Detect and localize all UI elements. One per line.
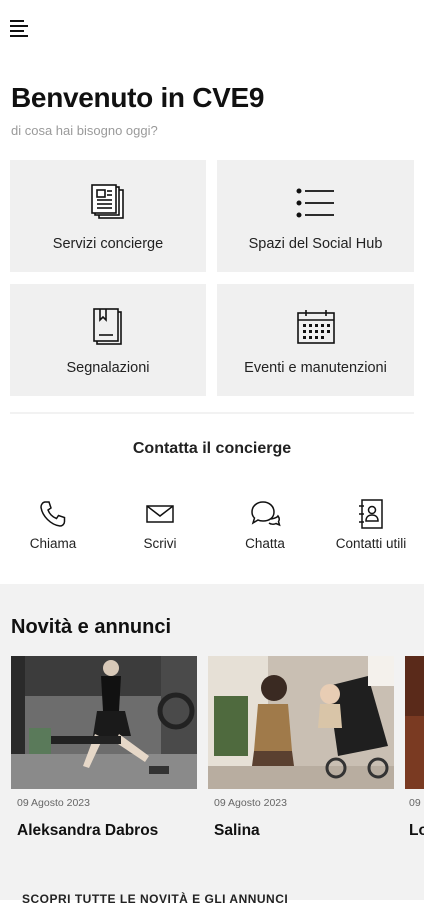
- chat-label: Chatta: [245, 536, 285, 551]
- tile-eventi-manutenzioni[interactable]: Eventi e manutenzioni: [217, 284, 414, 396]
- news-date: 09 Agosto 2023: [17, 797, 90, 809]
- call-button[interactable]: Chiama: [8, 498, 98, 551]
- useful-contacts-button[interactable]: Contatti utili: [326, 498, 416, 551]
- news-date: 09: [409, 797, 421, 809]
- news-card[interactable]: 09 Agosto 2023 Salina: [208, 656, 394, 840]
- page-subtitle: di cosa hai bisogno oggi?: [11, 123, 158, 138]
- chat-button[interactable]: Chatta: [220, 498, 310, 551]
- contacts-book-icon: [358, 498, 384, 530]
- list-icon: [295, 184, 336, 222]
- useful-contacts-label: Contatti utili: [335, 536, 407, 551]
- tile-servizi-concierge[interactable]: Servizi concierge: [10, 160, 206, 272]
- tile-segnalazioni[interactable]: Segnalazioni: [10, 284, 206, 396]
- contact-title: Contatta il concierge: [132, 440, 292, 457]
- phone-icon: [38, 498, 68, 530]
- tile-spazi-social-hub[interactable]: Spazi del Social Hub: [217, 160, 414, 272]
- tile-label: Segnalazioni: [66, 360, 150, 376]
- news-image-stroller: [208, 656, 394, 789]
- page-title: Benvenuto in CVE9: [11, 82, 265, 113]
- news-name: Aleksandra Dabros: [17, 822, 159, 839]
- news-title: Novità e annunci: [11, 616, 172, 638]
- news-image-gym: [11, 656, 197, 789]
- tile-label: Eventi e manutenzioni: [244, 360, 387, 376]
- calendar-icon: [296, 308, 336, 346]
- news-name: Salina: [214, 822, 260, 839]
- call-label: Chiama: [29, 536, 77, 551]
- write-button[interactable]: Scrivi: [115, 498, 205, 551]
- hamburger-menu-icon[interactable]: [10, 20, 30, 37]
- news-image-partial: [405, 656, 424, 789]
- all-news-link[interactable]: SCOPRI TUTTE LE NOVITÀ E GLI ANNUNCI: [22, 892, 288, 906]
- news-name: Lo: [409, 822, 424, 839]
- tile-label: Spazi del Social Hub: [248, 236, 383, 252]
- chat-icon: [249, 498, 281, 530]
- envelope-icon: [146, 498, 174, 530]
- news-card[interactable]: 09 Lo: [405, 656, 424, 840]
- news-card[interactable]: 09 Agosto 2023 Aleksandra Dabros: [11, 656, 197, 840]
- book-icon: [92, 308, 124, 346]
- news-date: 09 Agosto 2023: [214, 797, 287, 809]
- documents-icon: [90, 184, 126, 222]
- write-label: Scrivi: [143, 536, 177, 551]
- tile-label: Servizi concierge: [52, 236, 164, 252]
